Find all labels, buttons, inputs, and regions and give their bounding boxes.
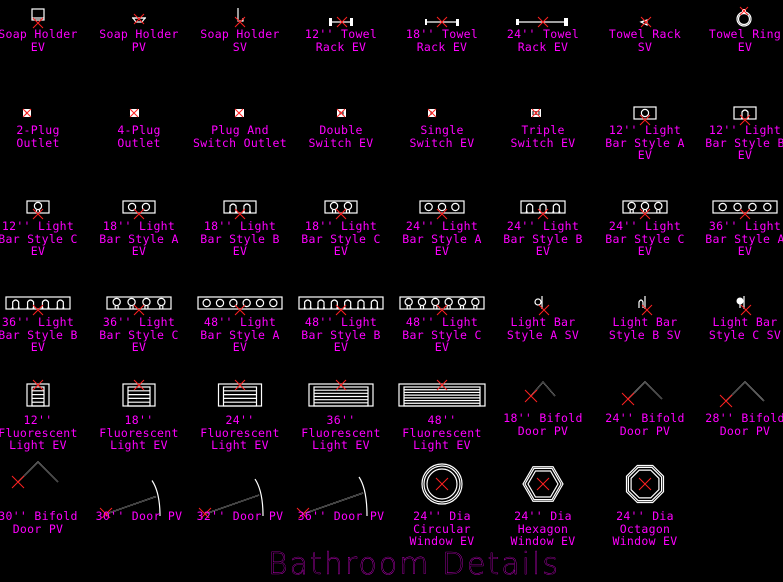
symbol-label: 28'' Bifold Door PV (705, 411, 783, 438)
bifold-door-28-icon (719, 381, 765, 408)
symbol-block[interactable]: Soap Holder PV (89, 6, 189, 53)
symbol-block[interactable]: 48'' Light Bar Style C EV (392, 294, 492, 353)
bifold-door-18-icon (524, 381, 556, 403)
symbol-block[interactable]: 28'' Bifold Door PV (695, 378, 783, 437)
symbol-block[interactable]: 36'' Door PV (291, 458, 391, 522)
symbol-block[interactable]: 24'' Light Bar Style A EV (392, 198, 492, 257)
symbol-block[interactable]: 24'' Light Bar Style C EV (595, 198, 695, 257)
symbol-block[interactable]: 32'' Door PV (190, 458, 290, 522)
symbol-block[interactable]: Towel Ring EV (695, 6, 783, 53)
symbol-block[interactable]: 18'' Fluorescent Light EV (89, 378, 189, 451)
symbol-block[interactable]: 12'' Light Bar Style C EV (0, 198, 88, 257)
symbol-block[interactable]: 36'' Fluorescent Light EV (291, 378, 391, 451)
symbol-block[interactable]: 24'' Dia Octagon Window EV (595, 458, 695, 547)
symbol-block[interactable]: 18'' Bifold Door PV (493, 378, 593, 437)
symbol-block[interactable]: 48'' Fluorescent Light EV (392, 378, 492, 451)
fluorescent-36-icon (308, 379, 374, 407)
symbol-block[interactable]: 12'' Light Bar Style B EV (695, 104, 783, 161)
symbol-block[interactable]: 24'' Fluorescent Light EV (190, 378, 290, 451)
hexagon-window-icon (522, 466, 564, 502)
symbol-block[interactable]: 24'' Light Bar Style B EV (493, 198, 593, 257)
circular-window-icon (421, 463, 463, 505)
fluorescent-48-icon (398, 379, 486, 407)
symbol-block[interactable]: 24'' Towel Rack EV (493, 6, 593, 53)
symbol-block[interactable]: 18'' Light Bar Style A EV (89, 198, 189, 257)
symbol-block[interactable]: Light Bar Style A SV (493, 294, 593, 341)
octagon-window-icon (625, 464, 665, 504)
symbol-block[interactable]: 12'' Light Bar Style A EV (595, 104, 695, 161)
symbol-block[interactable]: 48'' Light Bar Style B EV (291, 294, 391, 353)
symbol-block[interactable]: Light Bar Style C SV (695, 294, 783, 341)
fluorescent-12-icon (26, 379, 50, 407)
symbol-block[interactable]: 18'' Towel Rack EV (392, 6, 492, 53)
symbol-block[interactable]: 4-Plug Outlet (89, 104, 189, 149)
symbol-block[interactable]: 24'' Dia Circular Window EV (392, 458, 492, 547)
symbol-block[interactable]: 30'' Bifold Door PV (0, 458, 88, 535)
symbol-block[interactable]: Towel Rack SV (595, 6, 695, 53)
symbol-block[interactable]: 36'' Light Bar Style A EV (695, 198, 783, 257)
symbol-block[interactable]: 36'' Light Bar Style B EV (0, 294, 88, 353)
symbol-block[interactable]: 18'' Light Bar Style C EV (291, 198, 391, 257)
symbol-block[interactable]: 24'' Dia Hexagon Window EV (493, 458, 593, 547)
drawing-title: Bathroom Details (268, 547, 560, 582)
symbol-block[interactable]: 36'' Light Bar Style C EV (89, 294, 189, 353)
symbol-block[interactable]: 24'' Bifold Door PV (595, 378, 695, 437)
fluorescent-18-icon (122, 379, 156, 407)
symbol-block[interactable]: 2-Plug Outlet (0, 104, 88, 149)
symbol-label: 36'' Light Bar Style A EV (705, 219, 783, 258)
fluorescent-24-icon (217, 379, 263, 407)
symbol-block[interactable]: Soap Holder EV (0, 6, 88, 53)
symbol-block[interactable]: Soap Holder SV (190, 6, 290, 53)
symbol-label: 24'' Dia Octagon Window EV (612, 509, 678, 548)
symbol-block[interactable]: 30'' Door PV (89, 458, 189, 522)
symbol-block[interactable]: 12'' Towel Rack EV (291, 6, 391, 53)
symbol-block[interactable]: 18'' Light Bar Style B EV (190, 198, 290, 257)
symbol-block[interactable]: Triple Switch EV (493, 104, 593, 149)
symbol-block[interactable]: 12'' Fluorescent Light EV (0, 378, 88, 451)
symbol-label: 12'' Light Bar Style B EV (705, 123, 783, 162)
symbol-block[interactable]: Double Switch EV (291, 104, 391, 149)
symbol-block[interactable]: Light Bar Style B SV (595, 294, 695, 341)
symbol-label: Light Bar Style C SV (708, 315, 782, 342)
bifold-door-24-icon (621, 381, 663, 406)
symbol-block[interactable]: Plug And Switch Outlet (190, 104, 290, 149)
symbol-label: Towel Ring EV (708, 27, 782, 54)
symbol-block[interactable]: 48'' Light Bar Style A EV (190, 294, 290, 353)
symbol-block[interactable]: Single Switch EV (392, 104, 492, 149)
